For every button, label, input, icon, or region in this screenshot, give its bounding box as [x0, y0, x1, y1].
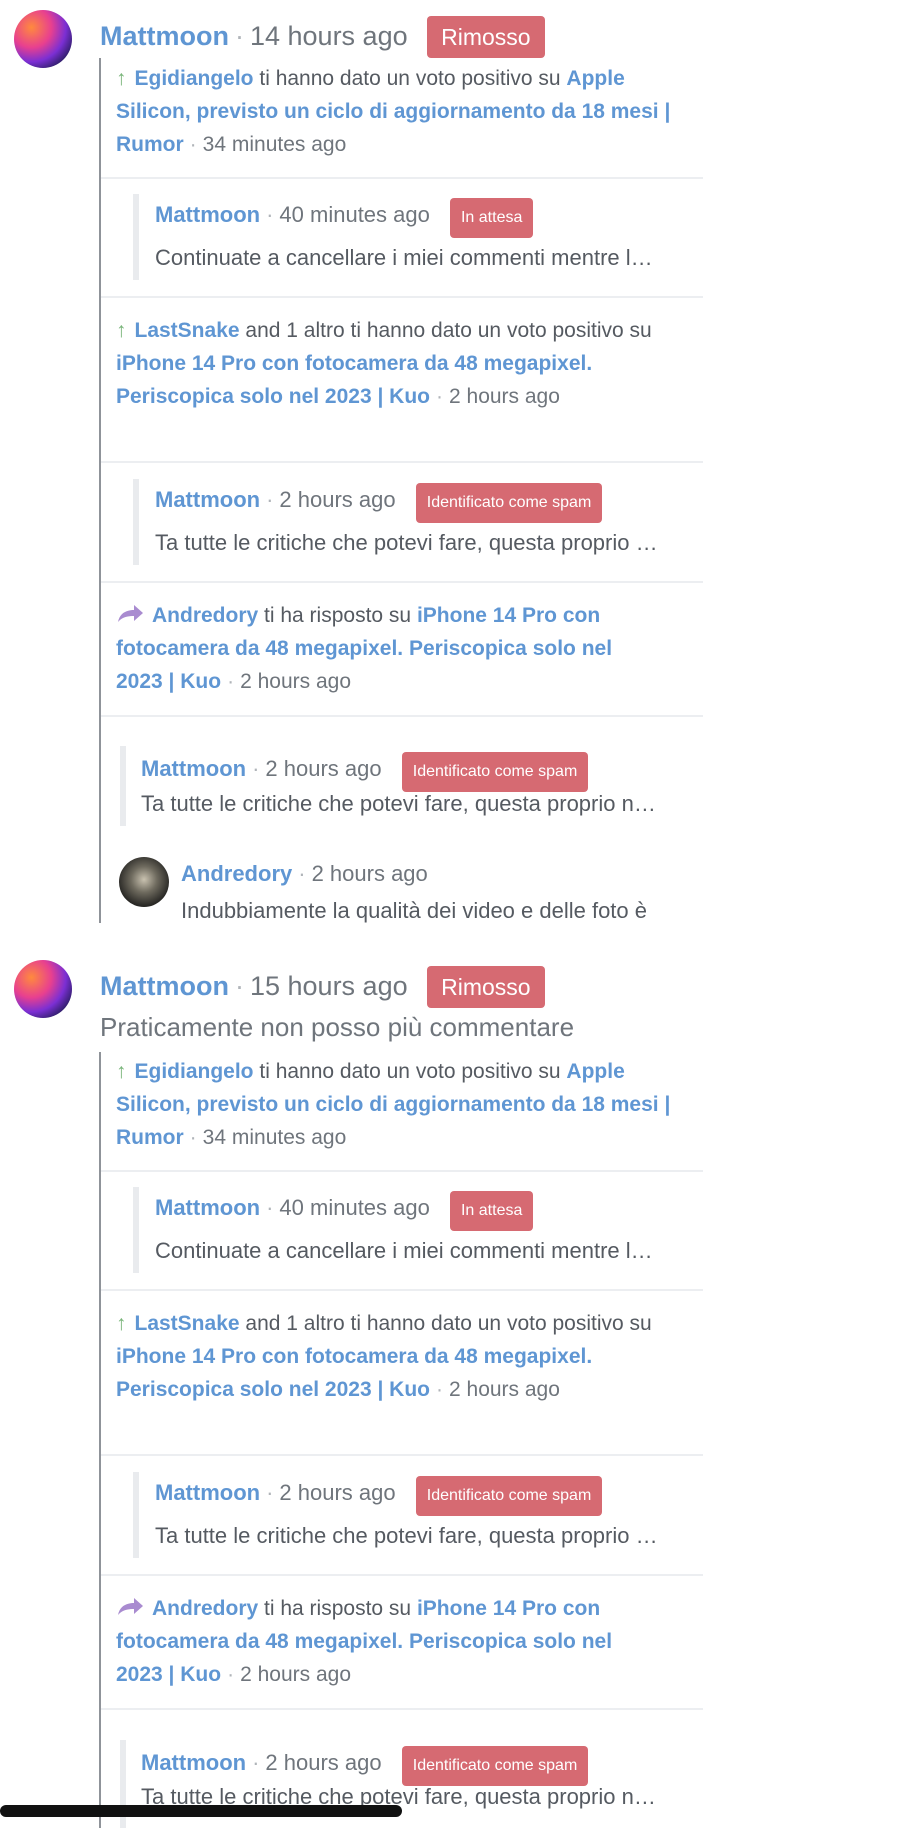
timestamp: 14 hours ago — [249, 21, 408, 51]
timestamp: 15 hours ago — [249, 971, 408, 1001]
quoted-comment-excerpt[interactable]: Ta tutte le critiche che potevi fare, qu… — [155, 1521, 695, 1551]
divider — [101, 715, 703, 717]
divider — [101, 1708, 703, 1710]
divider — [101, 1170, 703, 1172]
author-link[interactable]: Mattmoon — [100, 971, 229, 1001]
notification-upvote[interactable]: ↑ Egidiangelo ti hanno dato un voto posit… — [116, 1055, 676, 1154]
quote-bar — [133, 1187, 139, 1273]
quoted-comment-header: Mattmoon · 40 minutes ago In attesa — [155, 198, 534, 238]
comment-body: Praticamente non posso più commentare — [100, 1012, 575, 1042]
quote-bar — [133, 1472, 139, 1558]
reply-header: Andredory · 2 hours ago — [181, 861, 428, 886]
divider — [101, 177, 703, 179]
quoted-comment-excerpt[interactable]: Ta tutte le critiche che potevi fare, qu… — [141, 789, 696, 819]
quoted-comment-header: Mattmoon · 2 hours ago Identificato come s… — [141, 752, 589, 792]
reply-arrow-icon — [118, 605, 143, 622]
divider — [101, 1574, 703, 1576]
status-badge: Identificato come spam — [415, 483, 603, 523]
status-badge: In attesa — [449, 1191, 534, 1231]
arrow-up-icon: ↑ — [116, 1060, 127, 1083]
author-link[interactable]: Mattmoon — [100, 21, 229, 51]
quoted-comment-excerpt[interactable]: Ta tutte le critiche che potevi fare, qu… — [155, 528, 695, 558]
status-badge: In attesa — [449, 198, 534, 238]
avatar[interactable] — [119, 857, 169, 907]
comment-header: Mattmoon · 14 hours ago Rimosso — [100, 16, 545, 58]
thread-line — [99, 1052, 101, 1828]
quoted-comment-excerpt[interactable]: Continuate a cancellare i miei commenti … — [155, 1236, 695, 1266]
arrow-up-icon: ↑ — [116, 67, 127, 90]
reply-arrow-icon — [118, 1598, 143, 1615]
status-badge: Identificato come spam — [401, 752, 589, 792]
quote-bar — [133, 479, 139, 565]
notification-upvote[interactable]: ↑ LastSnake and 1 altro ti hanno dato un … — [116, 314, 656, 413]
avatar[interactable] — [14, 10, 72, 68]
notification-upvote[interactable]: ↑ Egidiangelo ti hanno dato un voto posit… — [116, 62, 676, 161]
notification-upvote[interactable]: ↑ LastSnake and 1 altro ti hanno dato un … — [116, 1307, 656, 1406]
quoted-comment-excerpt[interactable]: Continuate a cancellare i miei commenti … — [155, 243, 695, 273]
avatar[interactable] — [14, 960, 72, 1018]
quoted-comment-header: Mattmoon · 2 hours ago Identificato come s… — [155, 483, 603, 523]
quoted-comment-header: Mattmoon · 40 minutes ago In attesa — [155, 1191, 534, 1231]
arrow-up-icon: ↑ — [116, 1312, 127, 1335]
divider — [101, 1454, 703, 1456]
status-badge: Rimosso — [427, 966, 545, 1008]
divider — [101, 296, 703, 298]
notification-reply[interactable]: Andredory ti ha risposto su iPhone 14 Pr… — [116, 599, 636, 698]
status-badge: Identificato come spam — [401, 1746, 589, 1786]
quote-bar — [120, 746, 126, 826]
notification-user[interactable]: Egidiangelo — [135, 67, 254, 90]
thread-line — [99, 58, 101, 923]
arrow-up-icon: ↑ — [116, 319, 127, 342]
comment-header: Mattmoon · 15 hours ago Rimosso — [100, 966, 545, 1008]
quoted-comment-header: Mattmoon · 2 hours ago Identificato come s… — [141, 1746, 589, 1786]
quoted-comment-header: Mattmoon · 2 hours ago Identificato come s… — [155, 1476, 603, 1516]
home-indicator[interactable] — [0, 1805, 402, 1817]
reply-excerpt[interactable]: Indubbiamente la qualità dei video e del… — [181, 896, 701, 926]
notification-reply[interactable]: Andredory ti ha risposto su iPhone 14 Pr… — [116, 1592, 636, 1691]
quote-bar — [133, 194, 139, 280]
divider — [101, 581, 703, 583]
status-badge: Identificato come spam — [415, 1476, 603, 1516]
divider — [101, 461, 703, 463]
status-badge: Rimosso — [427, 16, 545, 58]
divider — [101, 1289, 703, 1291]
